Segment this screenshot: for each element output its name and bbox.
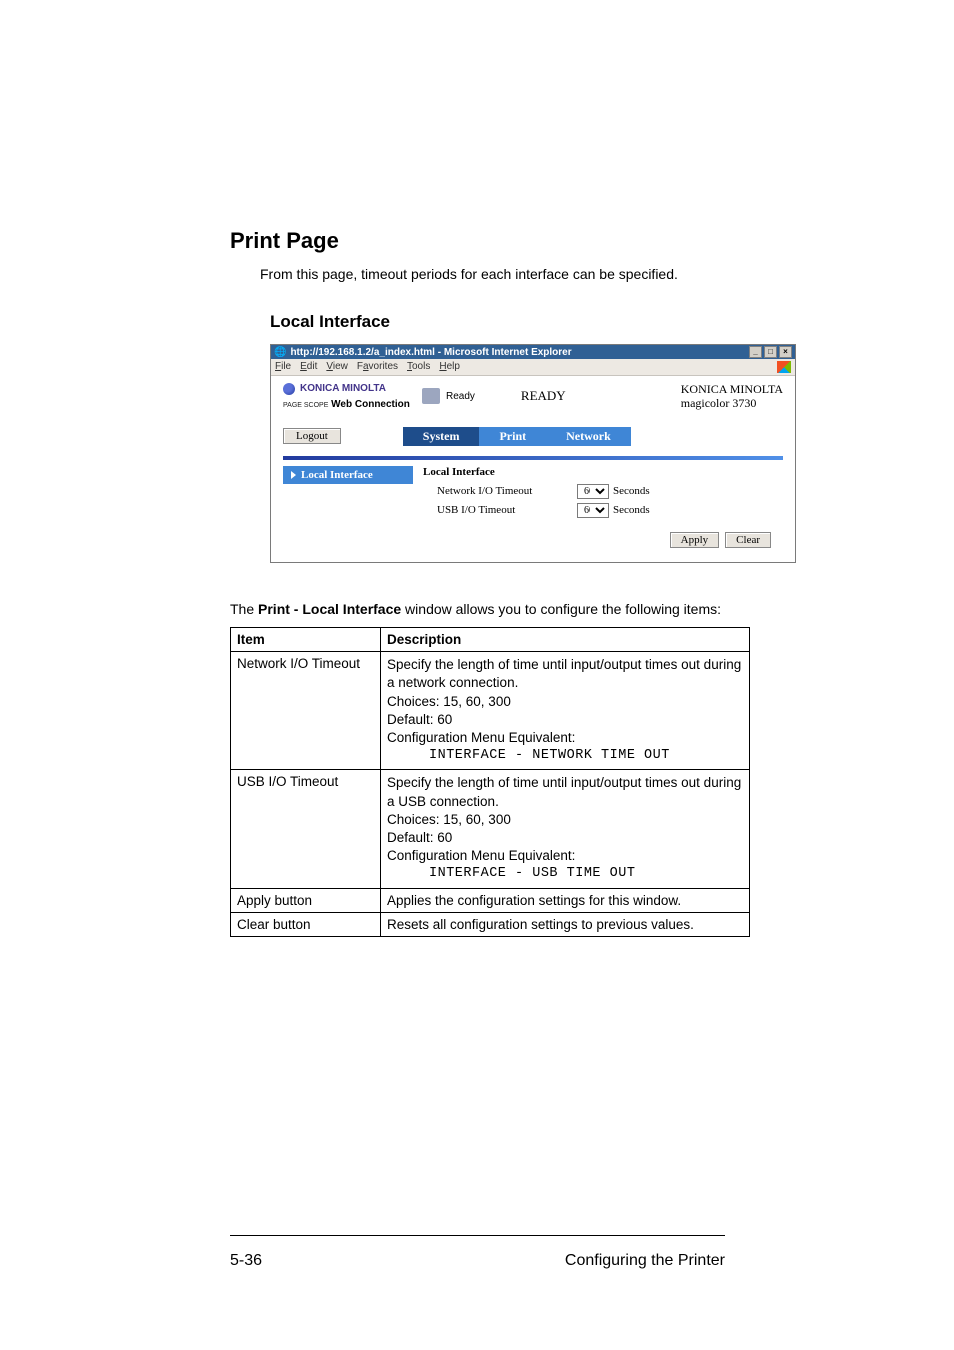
status-large: READY (521, 388, 566, 404)
table-intro: The Print - Local Interface window allow… (230, 599, 799, 619)
col-desc: Description (381, 628, 750, 652)
tab-print[interactable]: Print (479, 427, 546, 446)
sidebar-item-local-interface[interactable]: Local Interface (283, 466, 413, 484)
col-item: Item (231, 628, 381, 652)
section-heading: Local Interface (270, 312, 799, 332)
table-row: Network I/O Timeout Specify the length o… (231, 652, 750, 770)
intro-text: From this page, timeout periods for each… (260, 266, 799, 282)
brand-logo-icon (283, 383, 295, 395)
ie-icon: 🌐 (274, 347, 286, 358)
tab-system[interactable]: System (403, 427, 480, 446)
menu-file[interactable]: File (275, 361, 291, 373)
minimize-icon[interactable]: _ (749, 346, 762, 358)
gradient-bar (283, 456, 783, 460)
status-small: Ready (446, 391, 475, 402)
model-info: KONICA MINOLTA magicolor 3730 (681, 382, 783, 411)
table-row: Clear button Resets all configuration se… (231, 912, 750, 936)
page-title: Print Page (230, 228, 799, 254)
footer-rule (230, 1235, 725, 1236)
browser-menubar: File Edit View Favorites Tools Help (271, 359, 795, 376)
page-footer: 5-36 Configuring the Printer (230, 1252, 725, 1270)
network-timeout-label: Network I/O Timeout (437, 485, 577, 497)
window-title: http://192.168.1.2/a_index.html - Micros… (290, 347, 571, 358)
seconds-unit: Seconds (613, 485, 650, 497)
usb-timeout-label: USB I/O Timeout (437, 504, 577, 516)
apply-button[interactable]: Apply (670, 532, 720, 548)
table-row: USB I/O Timeout Specify the length of ti… (231, 770, 750, 888)
maximize-icon[interactable]: □ (764, 346, 777, 358)
spec-table: Item Description Network I/O Timeout Spe… (230, 627, 750, 937)
brand-product: PAGE SCOPE Web Connection (283, 399, 418, 410)
printer-icon (422, 388, 440, 404)
ie-window: 🌐 http://192.168.1.2/a_index.html - Micr… (270, 344, 796, 563)
windows-flag-icon (777, 361, 791, 373)
menu-view[interactable]: View (326, 361, 348, 373)
section-name: Configuring the Printer (565, 1252, 725, 1270)
seconds-unit: Seconds (613, 504, 650, 516)
menu-edit[interactable]: Edit (300, 361, 317, 373)
window-titlebar: 🌐 http://192.168.1.2/a_index.html - Micr… (271, 345, 795, 359)
form-title: Local Interface (423, 466, 783, 478)
logout-button[interactable]: Logout (283, 428, 341, 444)
app-header: KONICA MINOLTA PAGE SCOPE Web Connection… (271, 376, 795, 427)
page-number: 5-36 (230, 1252, 262, 1270)
menu-tools[interactable]: Tools (407, 361, 430, 373)
table-row: Apply button Applies the configuration s… (231, 888, 750, 912)
menu-favorites[interactable]: Favorites (357, 361, 398, 373)
tab-network[interactable]: Network (546, 427, 631, 446)
sidebar-item-label: Local Interface (301, 469, 373, 481)
close-icon[interactable]: × (779, 346, 792, 358)
network-timeout-select[interactable]: 60 (577, 484, 609, 499)
clear-button[interactable]: Clear (725, 532, 771, 548)
usb-timeout-select[interactable]: 60 (577, 503, 609, 518)
menu-help[interactable]: Help (439, 361, 460, 373)
brand-name: KONICA MINOLTA (300, 383, 386, 394)
